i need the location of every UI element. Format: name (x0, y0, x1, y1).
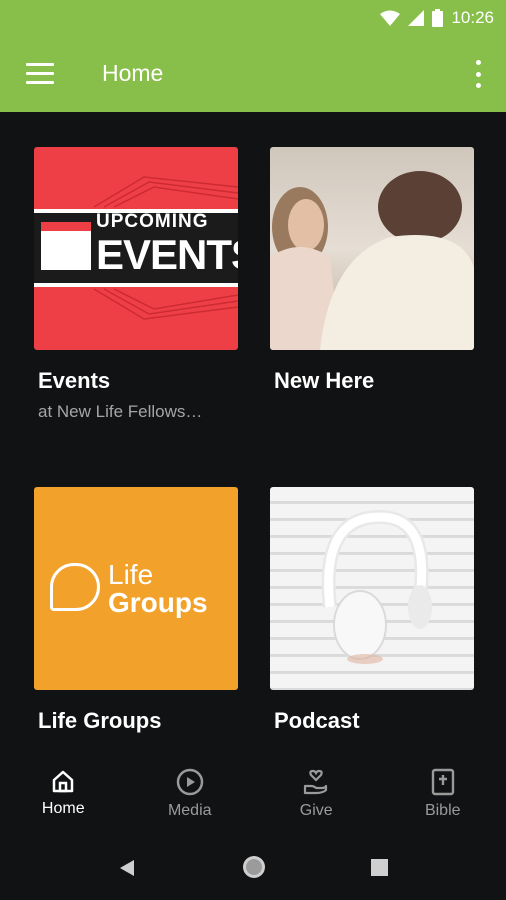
headphones-icon (321, 509, 432, 664)
card-title: New Here (274, 368, 375, 393)
life-groups-thumbnail: Life Groups (34, 487, 238, 690)
bible-icon (431, 768, 454, 796)
give-icon (304, 769, 328, 795)
home-icon (53, 770, 74, 793)
bottom-nav: Home Media Give Bible (0, 756, 506, 840)
home-circle-icon[interactable] (241, 854, 267, 880)
page-title: Home (102, 60, 164, 86)
nav-home[interactable]: Home (0, 756, 127, 840)
card-events[interactable]: UPCOMING EVENTS Events at New Life Fello… (34, 147, 238, 422)
more-options-icon[interactable] (474, 60, 482, 88)
speech-bubble-icon (50, 563, 100, 611)
app-bar: Home (0, 36, 506, 112)
status-bar: 10:26 (0, 0, 506, 36)
card-new-here[interactable]: New Here (270, 147, 474, 394)
card-podcast[interactable]: Podcast (270, 487, 474, 734)
card-subtitle: at New Life Fellows… (38, 402, 203, 421)
nav-bible[interactable]: Bible (380, 756, 506, 840)
recents-icon[interactable] (371, 859, 388, 876)
card-title: Events (38, 368, 111, 393)
card-title: Life Groups (38, 708, 162, 733)
back-icon[interactable] (118, 858, 136, 878)
card-life-groups[interactable]: Life Groups Life Groups (34, 487, 238, 734)
card-title: Podcast (274, 708, 360, 733)
calendar-icon (38, 219, 94, 273)
nav-give[interactable]: Give (253, 756, 380, 840)
system-nav-bar (0, 840, 506, 900)
menu-icon[interactable] (26, 63, 54, 85)
signal-icon (408, 10, 425, 26)
play-circle-icon (176, 768, 203, 796)
new-here-photo (270, 147, 474, 350)
wifi-icon (380, 10, 401, 26)
status-time: 10:26 (451, 8, 494, 27)
battery-icon (432, 9, 444, 27)
events-thumbnail: UPCOMING EVENTS (34, 147, 238, 350)
podcast-photo (270, 487, 474, 690)
nav-media[interactable]: Media (127, 756, 254, 840)
